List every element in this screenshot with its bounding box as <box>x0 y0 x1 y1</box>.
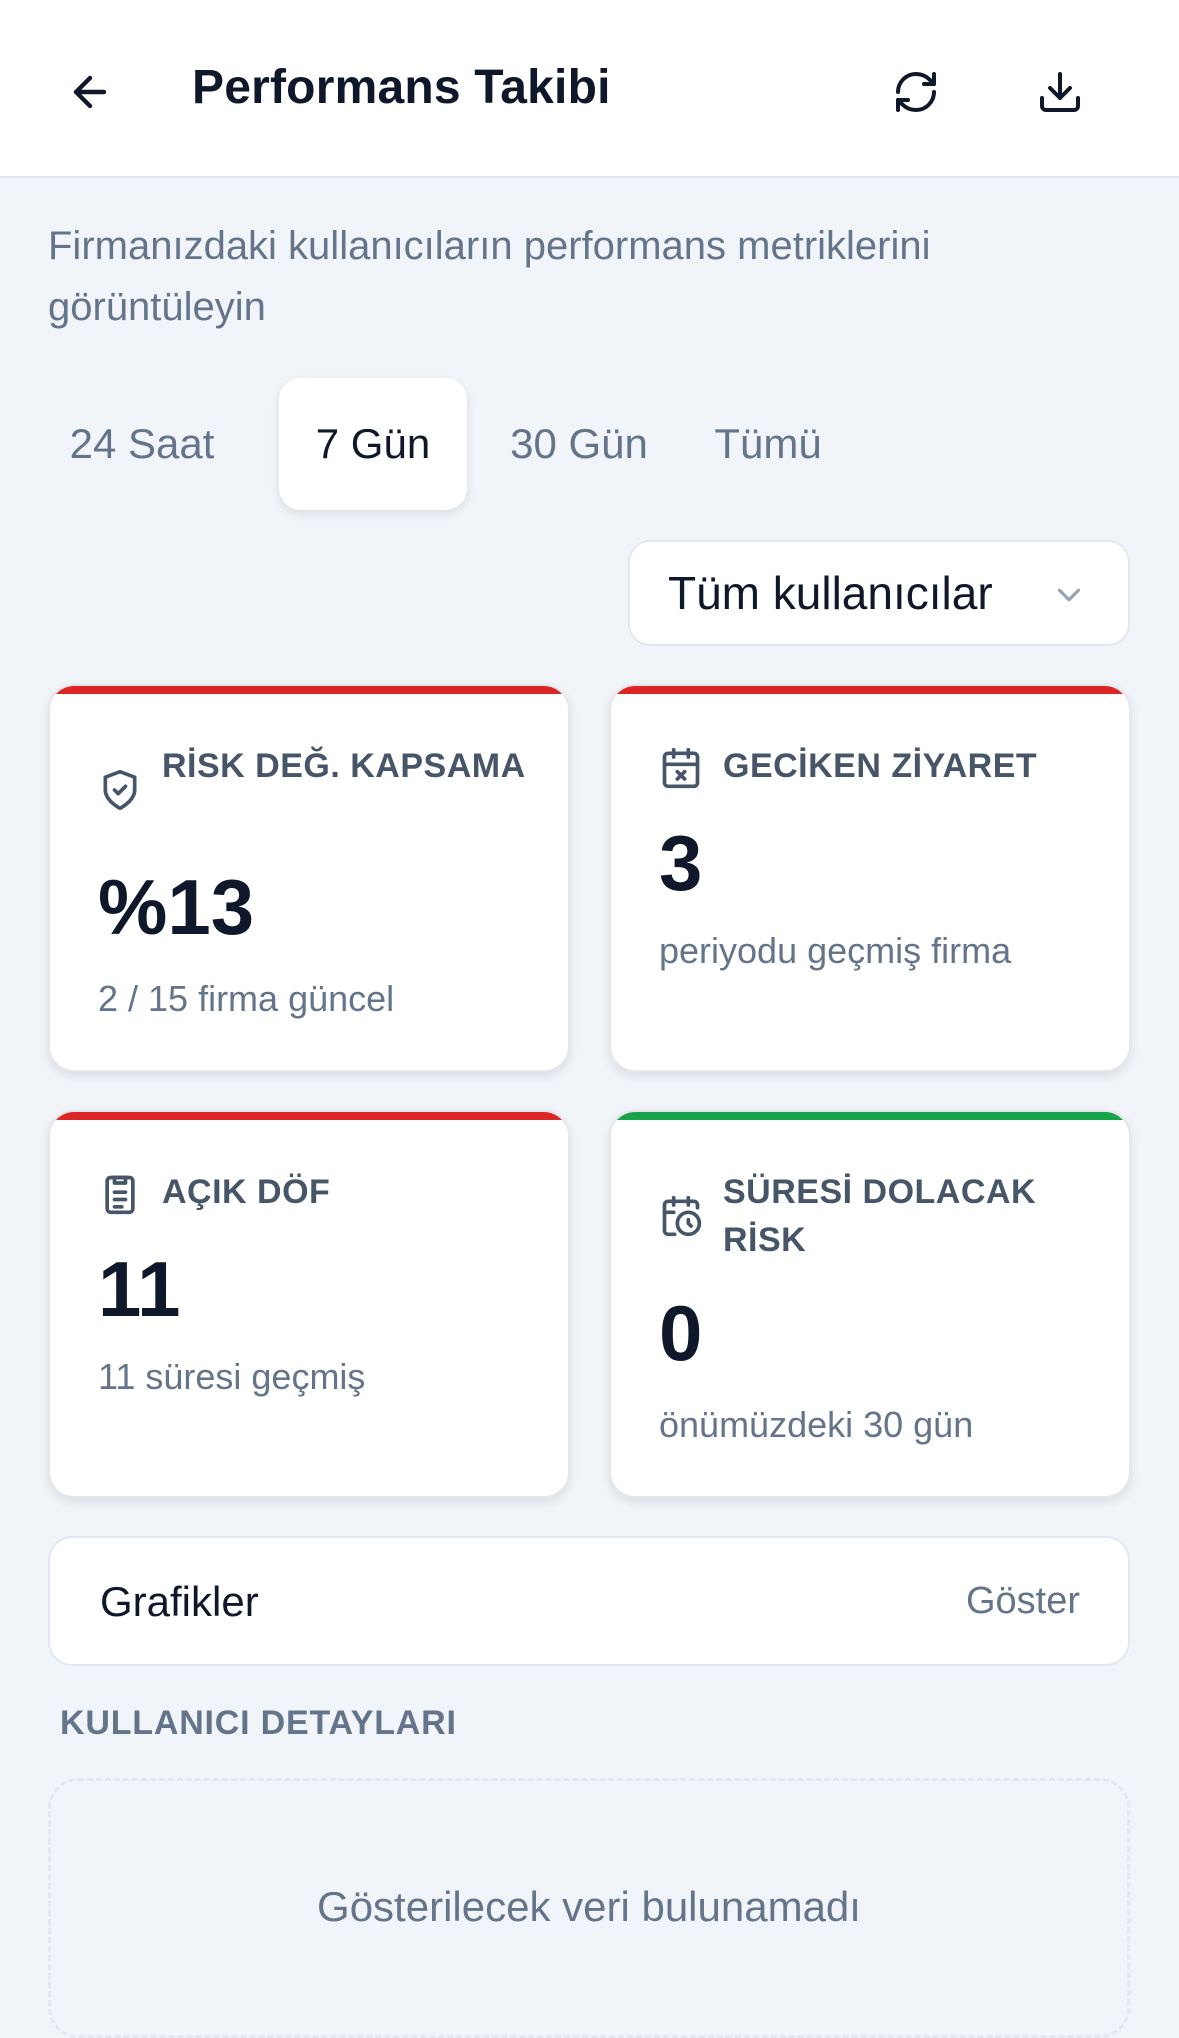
clipboard-list-icon <box>105 1175 135 1215</box>
calendar-clock-icon <box>662 1195 702 1237</box>
card-subtext: periyodu geçmiş firma <box>659 930 1012 971</box>
card-value: %13 <box>98 863 255 951</box>
card-subtext: önümüzdeki 30 gün <box>659 1404 974 1445</box>
back-button[interactable] <box>60 62 120 122</box>
app-header: Performans Takibi <box>0 0 1179 178</box>
arrow-left-icon <box>73 75 107 109</box>
empty-state-message: Gösterilecek veri bulunamadı <box>317 1883 861 1930</box>
card-label: RİSK DEĞ. KAPSAMA <box>162 747 526 785</box>
chevron-down-icon <box>1057 588 1081 602</box>
user-details-heading: KULLANICI DETAYLARI <box>60 1704 457 1742</box>
tab-30-gun[interactable]: 30 Gün <box>489 378 669 510</box>
card-value: 0 <box>659 1289 703 1377</box>
tab-tumu[interactable]: Tümü <box>698 378 838 510</box>
card-label: SÜRESİ DOLACAK RİSK <box>723 1173 1037 1259</box>
card-subtext: 11 süresi geçmiş <box>98 1356 366 1397</box>
metric-card-expiring-risk: SÜRESİ DOLACAK RİSK 0 önümüzdeki 30 gün <box>609 1110 1131 1498</box>
charts-toggle-button[interactable]: Göster <box>966 1580 1080 1623</box>
user-filter-value: Tüm kullanıcılar <box>668 567 993 619</box>
card-accent-bar <box>50 1112 568 1120</box>
tab-24-saat[interactable]: 24 Saat <box>58 378 226 510</box>
download-button[interactable] <box>1028 60 1092 124</box>
tab-7-gun[interactable]: 7 Gün <box>279 378 467 510</box>
card-accent-bar <box>50 686 568 694</box>
user-filter-select[interactable]: Tüm kullanıcılar <box>628 540 1130 646</box>
page-title: Performans Takibi <box>192 61 611 114</box>
metric-card-risk-coverage: RİSK DEĞ. KAPSAMA %13 2 / 15 firma günce… <box>48 684 570 1072</box>
page-description: Firmanızdaki kullanıcıların performans m… <box>48 224 931 329</box>
card-label: AÇIK DÖF <box>162 1173 331 1211</box>
user-details-empty-state: Gösterilecek veri bulunamadı <box>48 1778 1130 2038</box>
card-accent-bar <box>611 1112 1129 1120</box>
refresh-icon <box>896 72 936 112</box>
metric-card-open-dof: AÇIK DÖF 11 11 süresi geçmiş <box>48 1110 570 1498</box>
calendar-x-icon <box>662 747 700 789</box>
download-icon <box>1040 72 1080 112</box>
card-subtext: 2 / 15 firma güncel <box>98 978 395 1019</box>
metric-card-late-visits: GECİKEN ZİYARET 3 periyodu geçmiş firma <box>609 684 1131 1072</box>
card-value: 11 <box>98 1245 181 1333</box>
charts-section[interactable]: Grafikler Göster <box>48 1536 1130 1666</box>
shield-check-icon <box>103 769 137 811</box>
card-value: 3 <box>659 819 703 907</box>
refresh-button[interactable] <box>884 60 948 124</box>
card-label: GECİKEN ZİYARET <box>723 747 1038 785</box>
charts-title: Grafikler <box>100 1578 259 1625</box>
card-accent-bar <box>611 686 1129 694</box>
